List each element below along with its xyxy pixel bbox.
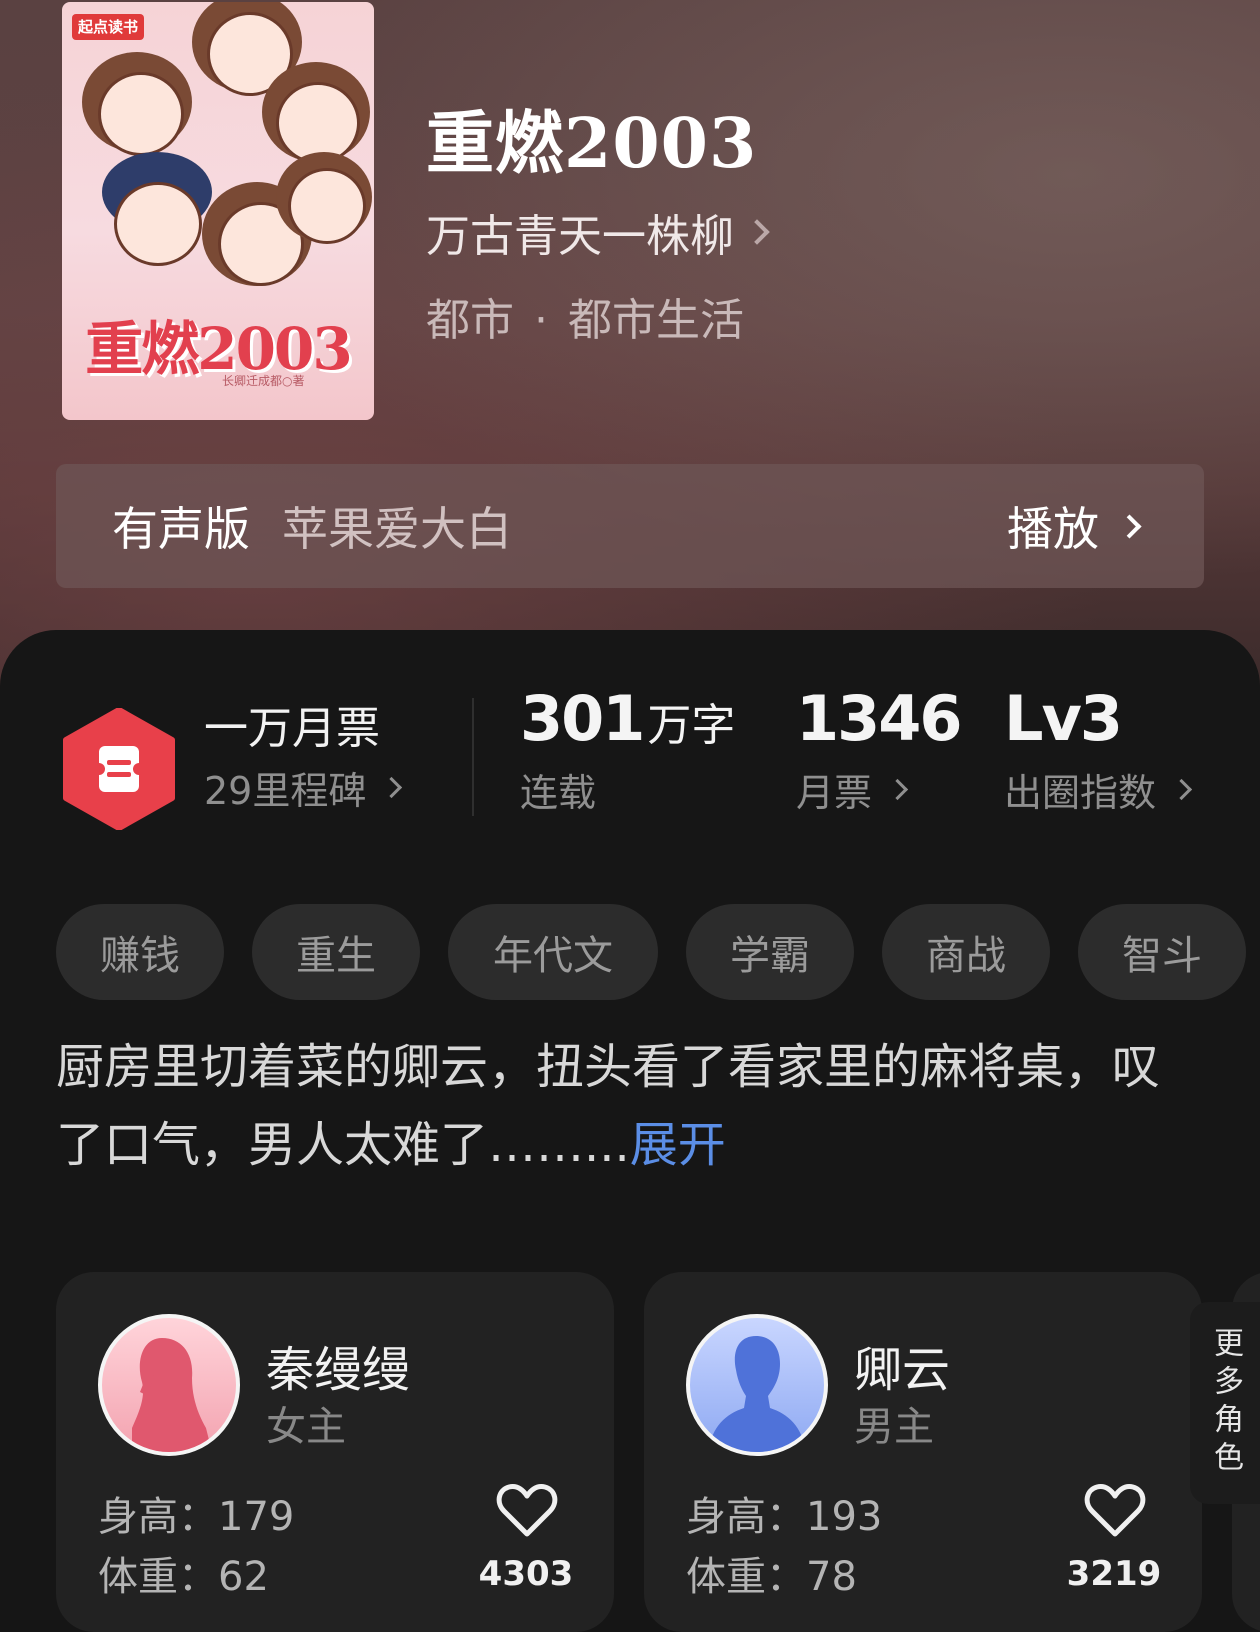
like-count: 3219	[1066, 1554, 1162, 1594]
genre-row: 都市 · 都市生活	[426, 284, 744, 348]
character-height: 身高：179	[98, 1494, 295, 1540]
genre[interactable]: 都市	[426, 295, 514, 346]
milestone-link[interactable]: 29里程碑	[204, 760, 403, 815]
male-silhouette-icon	[708, 1336, 806, 1452]
cover-title: 重燃2003	[85, 315, 352, 383]
author-link[interactable]: 万古青天一株柳	[426, 200, 770, 264]
monthly-ticket-icon[interactable]	[62, 708, 176, 830]
book-header: 起点读书 重燃2003 长卿迁成都○著 重燃2003 万古青天一株柳 都市 · 都市…	[0, 0, 1260, 700]
character-role: 男主	[854, 1404, 934, 1450]
status-text: 连载	[520, 771, 597, 815]
book-info-panel: 一万月票 29里程碑 301万字 连载 1346 月票 Lv3 出圈指数 赚钱 …	[0, 630, 1260, 1632]
chevron-right-icon	[1170, 778, 1193, 801]
genre-separator: ·	[534, 295, 548, 346]
monthly-votes-link[interactable]: 月票	[796, 762, 909, 817]
author-name: 万古青天一株柳	[426, 211, 734, 262]
word-count-unit: 万字	[647, 700, 736, 751]
heart-icon[interactable]	[1084, 1482, 1146, 1538]
tag-chip[interactable]: 赚钱	[56, 904, 224, 1000]
audio-label: 有声版	[112, 502, 250, 556]
monthly-votes-value: 1346	[796, 682, 963, 755]
synopsis-text: 厨房里切着菜的卿云，扭头看了看家里的麻将桌，叹了口气，男人太难了……...	[56, 1039, 1161, 1173]
chevron-right-icon	[744, 219, 770, 245]
character-name: 卿云	[854, 1342, 951, 1398]
more-roles-button[interactable]: 更多角色	[1190, 1302, 1260, 1504]
audio-narrator: 苹果爱大白	[282, 502, 512, 556]
word-count-value: 301	[520, 682, 645, 755]
female-avatar	[98, 1314, 240, 1456]
character-name: 秦缦缦	[266, 1342, 411, 1398]
cover-art-face	[114, 182, 202, 266]
play-button[interactable]: 播放	[1007, 493, 1142, 559]
audio-version-bar[interactable]: 有声版 苹果爱大白 播放	[56, 464, 1204, 588]
popularity-level: Lv3	[1004, 682, 1123, 755]
male-avatar	[686, 1314, 828, 1456]
chevron-right-icon	[886, 778, 909, 801]
book-title: 重燃2003	[426, 104, 758, 184]
tag-chip[interactable]: 学霸	[686, 904, 854, 1000]
tag-chip[interactable]: 智斗	[1078, 904, 1246, 1000]
word-count: 301万字	[520, 682, 735, 755]
female-silhouette-icon	[132, 1338, 212, 1452]
stats-row: 一万月票 29里程碑 301万字 连载 1346 月票 Lv3 出圈指数	[0, 630, 1260, 860]
tickets-title: 一万月票	[204, 703, 380, 754]
stats-divider	[472, 698, 474, 816]
cover-badge: 起点读书	[72, 14, 145, 40]
tag-chip[interactable]: 商战	[882, 904, 1050, 1000]
subgenre[interactable]: 都市生活	[568, 295, 744, 346]
character-weight: 体重：78	[686, 1554, 857, 1600]
character-weight: 体重：62	[98, 1554, 269, 1600]
popularity-index-link[interactable]: 出圈指数	[1004, 762, 1193, 817]
cover-author: 长卿迁成都○著	[222, 374, 305, 388]
character-card[interactable]: 秦缦缦 女主 身高：179 体重：62 4303	[56, 1272, 614, 1632]
milestone-label: 29里程碑	[204, 769, 367, 813]
expand-link[interactable]: 展开	[630, 1117, 726, 1173]
more-roles-label: 更多角色	[1208, 1327, 1243, 1479]
chevron-right-icon	[381, 776, 403, 799]
heart-icon[interactable]	[496, 1482, 558, 1538]
popularity-index-label: 出圈指数	[1004, 771, 1157, 815]
monthly-votes-label: 月票	[796, 771, 873, 815]
book-cover[interactable]: 起点读书 重燃2003 长卿迁成都○著	[62, 2, 374, 420]
monthly-votes: 1346	[796, 682, 963, 755]
tag-list: 赚钱 重生 年代文 学霸 商战 智斗	[56, 904, 1246, 1000]
like-count: 4303	[478, 1554, 574, 1594]
cover-art-face	[98, 72, 184, 156]
status-label: 连载	[520, 762, 596, 817]
play-label: 播放	[1007, 502, 1099, 556]
synopsis[interactable]: 厨房里切着菜的卿云，扭头看了看家里的麻将桌，叹了口气，男人太难了……...展开	[56, 1028, 1186, 1184]
tag-chip[interactable]: 重生	[252, 904, 420, 1000]
chevron-right-icon	[1117, 513, 1142, 539]
character-role: 女主	[266, 1404, 346, 1450]
popularity-level-value: Lv3	[1004, 682, 1123, 755]
tag-chip[interactable]: 年代文	[448, 904, 658, 1000]
cover-art-face	[288, 168, 366, 244]
character-card[interactable]: 卿云 男主 身高：193 体重：78 3219	[644, 1272, 1202, 1632]
character-height: 身高：193	[686, 1494, 883, 1540]
